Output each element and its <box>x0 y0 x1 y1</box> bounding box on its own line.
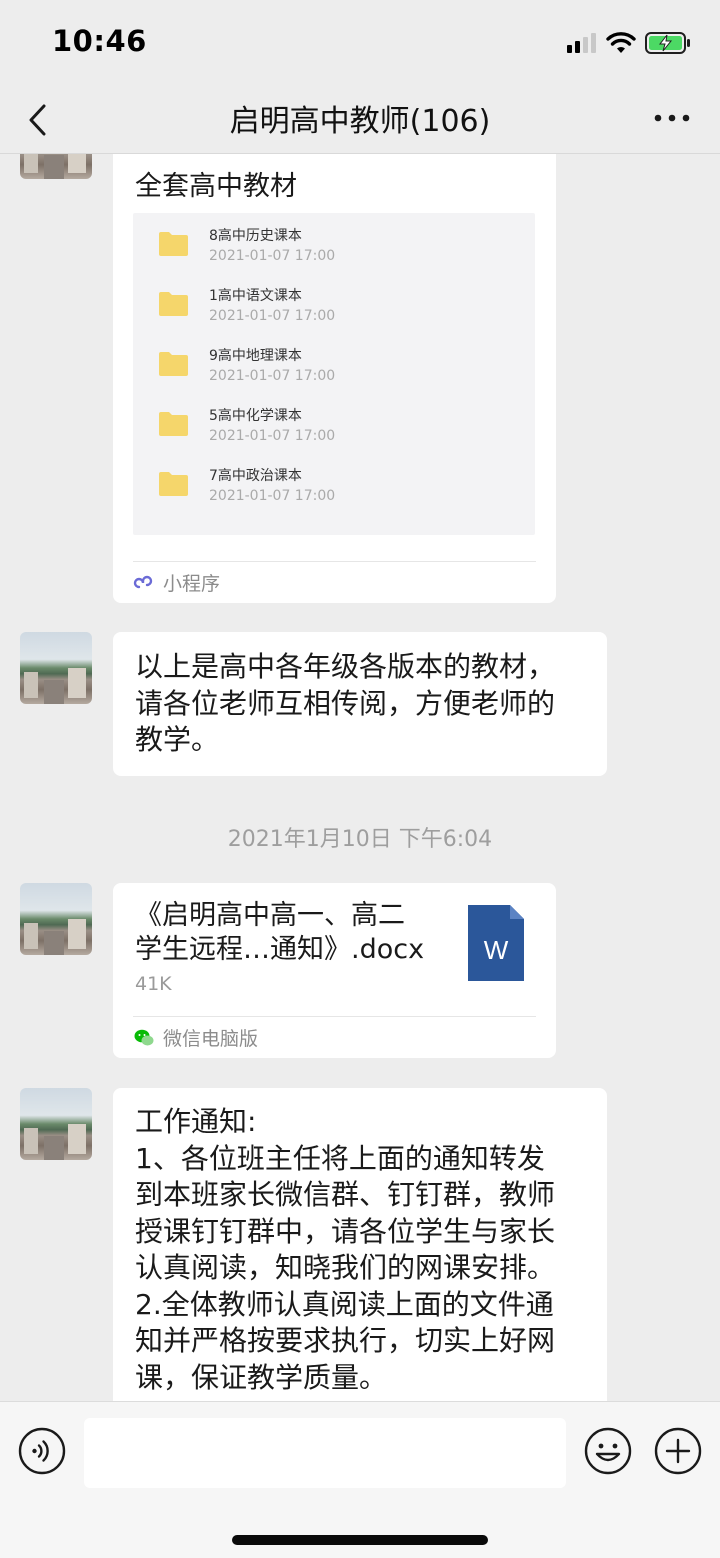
folder-name: 7高中政治课本 <box>209 468 302 484</box>
folder-date: 2021-01-07 17:00 <box>209 488 336 504</box>
folder-icon <box>159 292 188 316</box>
file-name-line: 学生远程…通知》.docx <box>135 934 425 965</box>
home-indicator <box>232 1535 488 1545</box>
status-time: 10:46 <box>52 24 147 58</box>
text-message-bubble[interactable]: 以上是高中各年级各版本的教材， 请各位老师互相传阅，方便老师的 教学。 <box>113 632 607 776</box>
folder-item[interactable]: 7高中政治课本 2021-01-07 17:00 <box>133 455 535 515</box>
cellular-signal-icon <box>567 33 596 53</box>
folder-item[interactable]: 5高中化学课本 2021-01-07 17:00 <box>133 395 535 455</box>
folder-list: 8高中历史课本 2021-01-07 17:00 1高中语文课本 2021-01… <box>133 213 535 535</box>
folder-icon <box>159 232 188 256</box>
message-line: 工作通知: <box>135 1105 257 1138</box>
file-message-card[interactable]: 《启明高中高一、高二 学生远程…通知》.docx 41K W 微信电脑版 <box>113 883 556 1058</box>
folder-item[interactable]: 1高中语文课本 2021-01-07 17:00 <box>133 275 535 335</box>
nav-bar: 启明高中教师(106) <box>0 88 720 154</box>
message-line: 教学。 <box>135 723 220 756</box>
message-timestamp: 2021年1月10日 下午6:04 <box>227 827 493 852</box>
message-line: 以上是高中各年级各版本的教材， <box>135 650 556 683</box>
folder-icon <box>159 352 188 376</box>
chat-area[interactable]: 全套高中教材 8高中历史课本 2021-01-07 17:00 1高中语文课本 … <box>0 154 720 1401</box>
emoji-icon[interactable] <box>584 1427 632 1475</box>
file-source-footer: 微信电脑版 <box>133 1024 258 1051</box>
status-bar: 10:46 <box>0 0 720 88</box>
input-bar <box>0 1401 720 1558</box>
folder-date: 2021-01-07 17:00 <box>209 428 336 444</box>
folder-icon <box>159 472 188 496</box>
word-document-icon: W <box>468 905 524 981</box>
folder-item[interactable]: 8高中历史课本 2021-01-07 17:00 <box>133 215 535 275</box>
message-line: 2.全体教师认真阅读上面的文件通 <box>135 1287 554 1321</box>
text-message-bubble[interactable]: 工作通知: 1、各位班主任将上面的通知转发 到本班家长微信群、钉钉群，教师 授课… <box>113 1088 607 1401</box>
folder-icon <box>159 412 188 436</box>
message-line: 知并严格按要求执行，切实上好网 <box>135 1324 556 1357</box>
mini-program-footer: 小程序 <box>133 569 220 596</box>
plus-icon[interactable] <box>654 1427 702 1475</box>
battery-charging-icon <box>645 32 690 54</box>
avatar[interactable] <box>20 1088 92 1160</box>
message-input[interactable] <box>84 1418 566 1488</box>
file-size: 41K <box>135 973 172 995</box>
folder-name: 5高中化学课本 <box>209 408 302 424</box>
message-line: 认真阅读，知晓我们的网课安排。 <box>135 1251 556 1284</box>
folder-date: 2021-01-07 17:00 <box>209 248 336 264</box>
voice-input-icon[interactable] <box>18 1427 66 1475</box>
mini-program-label: 小程序 <box>163 573 221 595</box>
folder-name: 1高中语文课本 <box>209 288 302 304</box>
card-title: 全套高中教材 <box>135 171 297 202</box>
mini-program-card[interactable]: 全套高中教材 8高中历史课本 2021-01-07 17:00 1高中语文课本 … <box>113 154 556 603</box>
wechat-icon <box>134 1029 154 1045</box>
message-line: 课，保证教学质量。 <box>135 1360 388 1394</box>
message-line: 请各位老师互相传阅，方便老师的 <box>135 686 556 720</box>
folder-name: 8高中历史课本 <box>209 228 302 244</box>
more-options-icon[interactable] <box>652 108 692 128</box>
chat-title: 启明高中教师(106) <box>229 104 491 139</box>
folder-item[interactable]: 9高中地理课本 2021-01-07 17:00 <box>133 335 535 395</box>
word-icon-letter: W <box>484 935 509 965</box>
message-line: 1、各位班主任将上面的通知转发 <box>135 1141 545 1175</box>
file-name: 《启明高中高一、高二 学生远程…通知》.docx <box>135 899 435 967</box>
file-source-label: 微信电脑版 <box>163 1028 259 1050</box>
card-divider <box>133 1016 536 1017</box>
avatar[interactable] <box>20 154 92 179</box>
wifi-icon <box>606 32 636 53</box>
mini-program-icon <box>133 575 153 588</box>
avatar[interactable] <box>20 632 92 704</box>
message-line: 授课钉钉群中，请各位学生与家长 <box>135 1214 556 1248</box>
folder-date: 2021-01-07 17:00 <box>209 308 336 324</box>
folder-name: 9高中地理课本 <box>209 348 302 364</box>
avatar[interactable] <box>20 883 92 955</box>
message-line: 到本班家长微信群、钉钉群，教师 <box>135 1178 556 1211</box>
folder-date: 2021-01-07 17:00 <box>209 368 336 384</box>
file-name-line: 《启明高中高一、高二 <box>135 900 405 931</box>
card-divider <box>133 561 536 562</box>
